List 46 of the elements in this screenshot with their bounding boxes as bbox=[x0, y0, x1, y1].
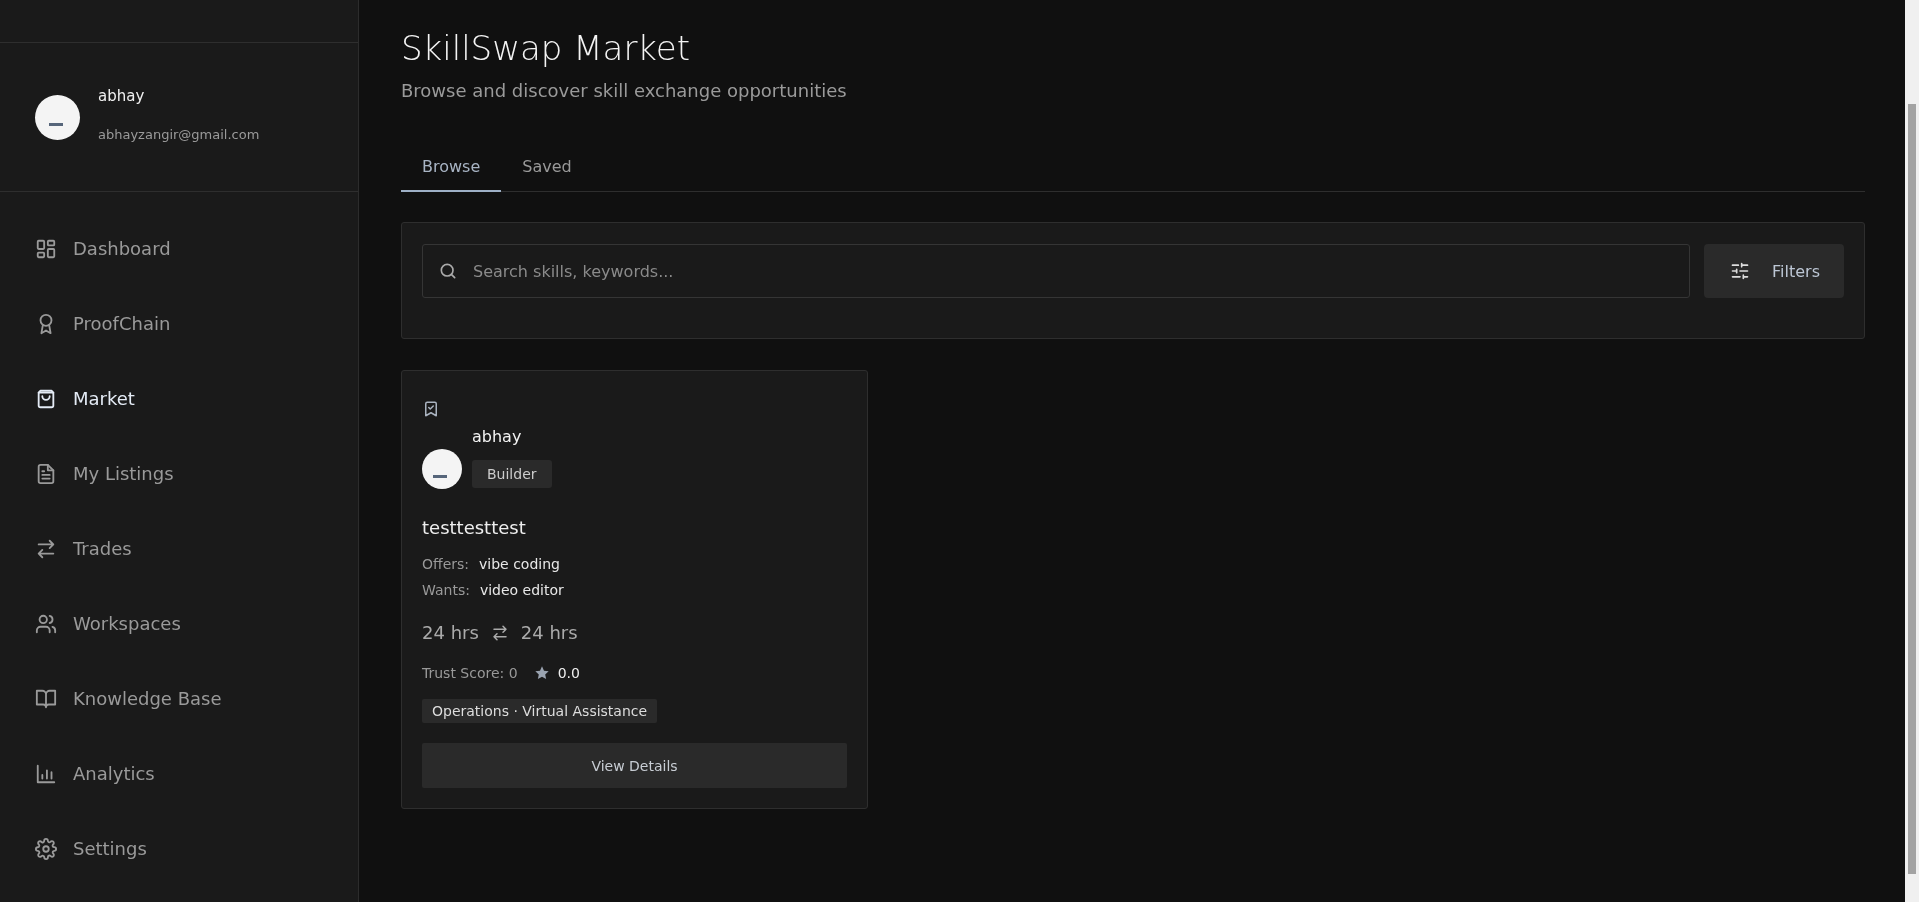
search-field[interactable]: Search skills, keywords... bbox=[422, 244, 1691, 298]
book-icon bbox=[35, 687, 57, 710]
avatar-photo-placeholder bbox=[35, 94, 80, 140]
shopping-bag-icon bbox=[35, 387, 57, 410]
tab[interactable]: Browse bbox=[401, 157, 502, 192]
settings-icon bbox=[35, 837, 57, 860]
user-name: abhay bbox=[472, 427, 522, 446]
bookmark-check-icon[interactable] bbox=[422, 399, 440, 419]
nav-item[interactable]: Analytics bbox=[0, 736, 358, 811]
page-title: SkillSwap Market bbox=[401, 28, 692, 68]
nav-item[interactable]: Knowledge Base bbox=[0, 661, 358, 736]
category-tag: Operations · Virtual Assistance bbox=[422, 699, 658, 723]
users-icon bbox=[35, 612, 57, 635]
view-details-button[interactable]: View Details bbox=[422, 743, 847, 788]
user-email: abhayzangir@gmail.com bbox=[98, 126, 260, 142]
star-icon bbox=[533, 665, 550, 681]
trust-score: Trust Score: 0 bbox=[422, 665, 518, 681]
scrollbar[interactable] bbox=[1905, 0, 1919, 902]
tab[interactable]: Saved bbox=[501, 157, 593, 192]
sliders-icon bbox=[1730, 261, 1751, 281]
listing-title: testtesttest bbox=[422, 517, 526, 538]
wants-label: Wants: bbox=[422, 582, 470, 598]
nav-item[interactable]: Workspaces bbox=[0, 586, 358, 661]
user-name: abhay bbox=[98, 86, 146, 105]
swap-arrows-icon bbox=[35, 537, 57, 560]
page-subtitle: Browse and discover skill exchange opportunities bbox=[401, 80, 848, 101]
wants-value: video editor bbox=[479, 582, 564, 598]
nav-item[interactable]: Market bbox=[0, 361, 358, 436]
offers-value: vibe coding bbox=[479, 556, 560, 572]
avatar-photo-placeholder bbox=[422, 449, 462, 489]
nav-item[interactable]: Dashboard bbox=[0, 211, 358, 286]
hours-wanted: 24 hrs bbox=[520, 622, 578, 643]
grid-icon bbox=[35, 237, 57, 260]
filters-button[interactable]: Filters bbox=[1704, 244, 1844, 298]
document-icon bbox=[35, 462, 57, 485]
hours-offered: 24 hrs bbox=[422, 622, 479, 643]
nav-item[interactable]: Trades bbox=[0, 511, 358, 586]
role-badge: Builder bbox=[472, 460, 552, 488]
search-icon bbox=[438, 261, 458, 281]
nav-item[interactable]: ProofChain bbox=[0, 286, 358, 361]
rating-value: 0.0 bbox=[557, 665, 580, 681]
offers-label: Offers: bbox=[422, 556, 470, 572]
nav-item[interactable]: Settings bbox=[0, 811, 358, 886]
swap-arrows-icon bbox=[490, 623, 509, 642]
bar-chart-icon bbox=[35, 762, 57, 785]
nav-item[interactable]: My Listings bbox=[0, 436, 358, 511]
